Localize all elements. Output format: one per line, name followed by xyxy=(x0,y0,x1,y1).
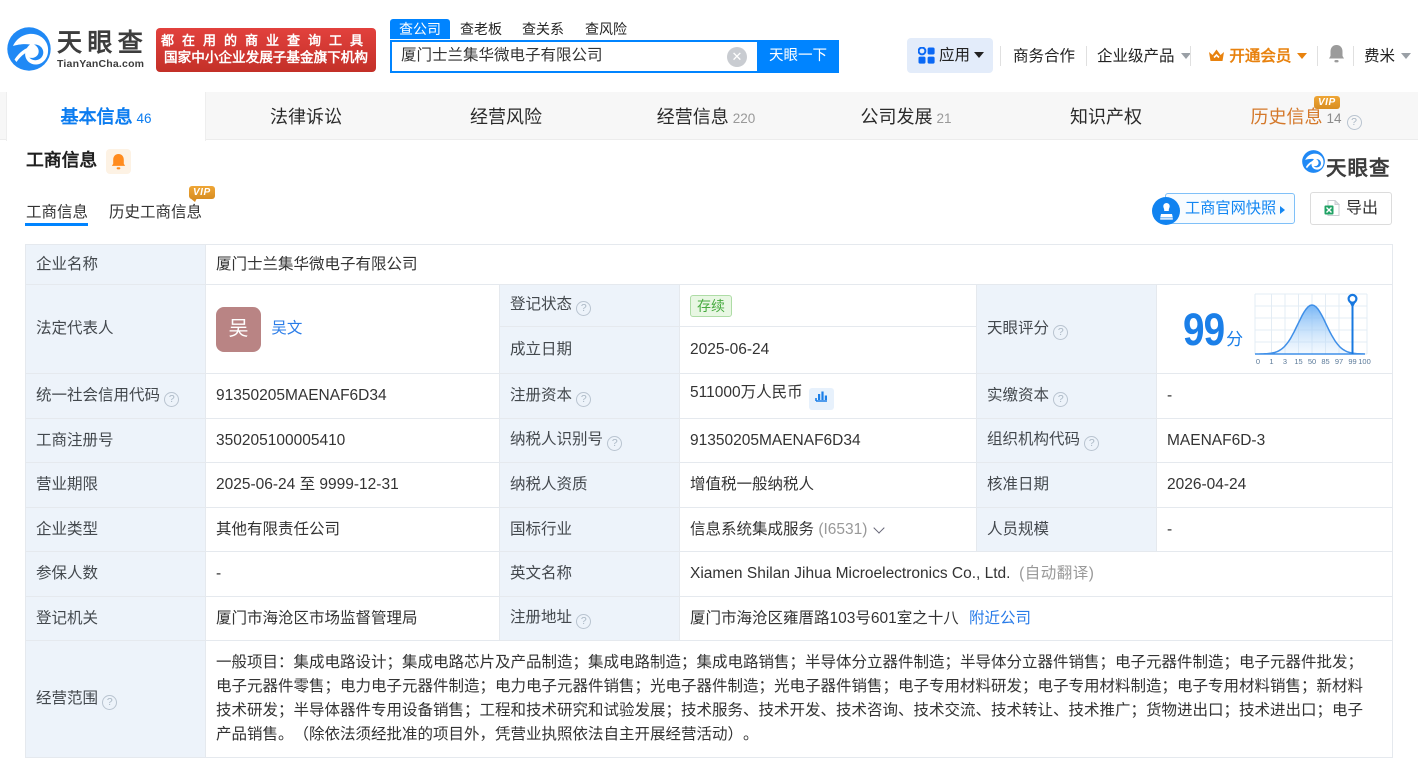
svg-text:50: 50 xyxy=(1308,357,1316,366)
svg-text:0: 0 xyxy=(1256,357,1260,366)
svg-text:15: 15 xyxy=(1295,357,1303,366)
svg-text:100: 100 xyxy=(1359,357,1372,366)
svg-text:97: 97 xyxy=(1335,357,1343,366)
svg-text:99: 99 xyxy=(1349,357,1357,366)
svg-text:3: 3 xyxy=(1283,357,1287,366)
svg-text:85: 85 xyxy=(1322,357,1330,366)
svg-text:1: 1 xyxy=(1270,357,1274,366)
